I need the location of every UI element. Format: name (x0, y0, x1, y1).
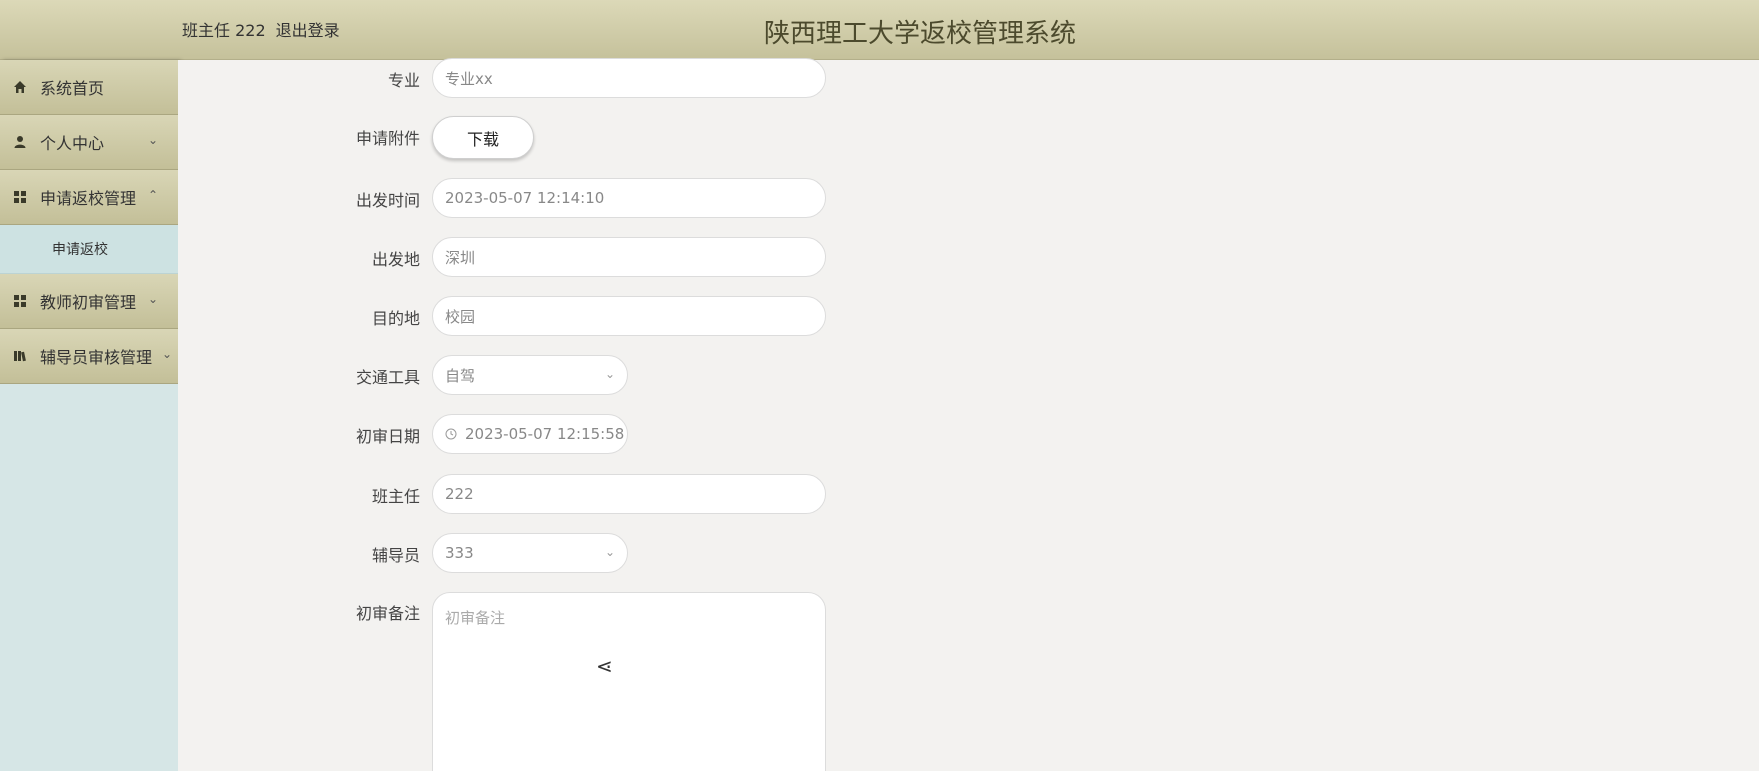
form-row-transport: 交通工具 自驾 ⌄ (178, 355, 878, 395)
chevron-down-icon: ⌄ (161, 347, 172, 361)
sidebar-item-label: 系统首页 (40, 79, 105, 98)
transport-select[interactable]: 自驾 ⌄ (432, 355, 628, 395)
form-row-attachment: 申请附件 下载 (178, 116, 878, 159)
field-label: 专业 (387, 71, 420, 90)
chevron-down-icon: ⌄ (604, 545, 615, 559)
review-date-value: 2023-05-07 12:15:58 (465, 425, 625, 443)
sidebar-item-label: 申请返校管理 (40, 189, 137, 208)
destination-field[interactable]: 校园 (432, 296, 826, 336)
main-content: 专业 专业xx 申请附件 下载 出发时间 2023-05-07 12:14:10… (178, 58, 1759, 771)
sidebar: 系统首页 个人中心 ⌄ 申请返校管理 ⌃ 申请返校 教师初审管理 ⌄ 辅导员审核… (0, 60, 178, 771)
depart-time-field[interactable]: 2023-05-07 12:14:10 (432, 178, 826, 218)
chevron-up-icon: ⌃ (147, 188, 158, 202)
sidebar-item-counselor-review[interactable]: 辅导员审核管理 ⌄ (0, 329, 178, 384)
form-row-review-note: 初审备注 初审备注 (178, 592, 878, 771)
top-header: 班主任 222 退出登录 陕西理工大学返校管理系统 (0, 0, 1759, 60)
chevron-down-icon: ⌄ (604, 367, 615, 381)
sidebar-item-home[interactable]: 系统首页 (0, 60, 178, 115)
sidebar-item-return-application[interactable]: 申请返校管理 ⌃ (0, 170, 178, 225)
grid-icon (12, 189, 28, 205)
field-label: 初审日期 (355, 427, 420, 446)
sidebar-item-personal-center[interactable]: 个人中心 ⌄ (0, 115, 178, 170)
major-field[interactable]: 专业xx (432, 58, 826, 98)
field-label: 目的地 (371, 309, 420, 328)
form-row-depart-place: 出发地 深圳 (178, 237, 878, 277)
sidebar-item-teacher-review[interactable]: 教师初审管理 ⌄ (0, 274, 178, 329)
download-button[interactable]: 下载 (432, 116, 534, 159)
field-label: 交通工具 (355, 368, 420, 387)
counselor-value: 333 (445, 544, 474, 562)
counselor-select[interactable]: 333 ⌄ (432, 533, 628, 573)
form-row-counselor: 辅导员 333 ⌄ (178, 533, 878, 573)
form-row-review-date: 初审日期 2023-05-07 12:15:58 (178, 414, 878, 454)
user-icon (12, 134, 28, 150)
form-row-destination: 目的地 校园 (178, 296, 878, 336)
field-label: 出发地 (371, 250, 420, 269)
field-label: 初审备注 (355, 604, 420, 623)
field-label: 出发时间 (355, 191, 420, 210)
chevron-down-icon: ⌄ (147, 292, 158, 306)
form-row-head-teacher: 班主任 222 (178, 474, 878, 514)
app-title: 陕西理工大学返校管理系统 (763, 19, 1076, 49)
field-label: 申请附件 (355, 129, 420, 148)
sidebar-item-label: 辅导员审核管理 (40, 348, 153, 367)
head-teacher-field[interactable]: 222 (432, 474, 826, 514)
book-icon (12, 348, 28, 364)
grid-icon (12, 293, 28, 309)
submenu-item-apply-return[interactable]: 申请返校 (0, 225, 178, 274)
chevron-down-icon: ⌄ (147, 133, 158, 147)
clock-icon (445, 427, 459, 441)
field-label: 辅导员 (371, 546, 420, 565)
form-row-depart-time: 出发时间 2023-05-07 12:14:10 (178, 178, 878, 218)
review-date-picker[interactable]: 2023-05-07 12:15:58 (432, 414, 628, 454)
field-label: 班主任 (371, 487, 420, 506)
form-row-major: 专业 专业xx (178, 58, 878, 98)
transport-value: 自驾 (445, 366, 476, 385)
home-icon (12, 79, 28, 95)
text-cursor-icon: ⋖ (596, 654, 613, 678)
sidebar-item-label: 个人中心 (40, 134, 105, 153)
depart-place-field[interactable]: 深圳 (432, 237, 826, 277)
sidebar-item-label: 教师初审管理 (40, 293, 137, 312)
review-note-textarea[interactable]: 初审备注 (432, 592, 826, 771)
